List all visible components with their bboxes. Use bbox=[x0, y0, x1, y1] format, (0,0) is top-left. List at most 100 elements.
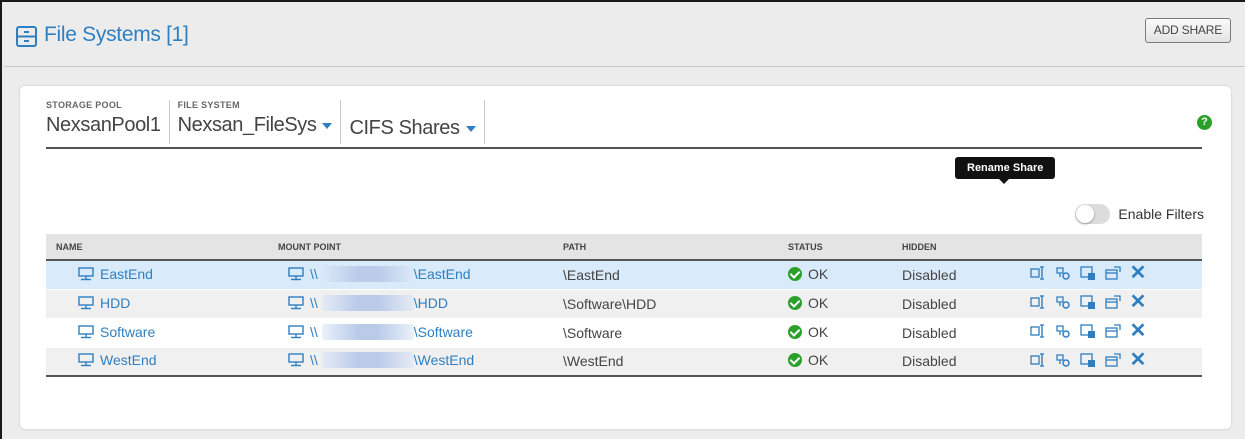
add-share-button[interactable]: ADD SHARE bbox=[1144, 18, 1231, 43]
network-share-icon bbox=[78, 295, 94, 309]
redacted-host bbox=[321, 352, 414, 369]
mount-point-link[interactable]: \\ \Software bbox=[278, 323, 473, 340]
file-system-value: Nexsan_FileSys bbox=[177, 114, 317, 136]
mount-point-prefix: \\ bbox=[310, 323, 318, 340]
status-text: OK bbox=[808, 294, 829, 311]
network-share-icon bbox=[288, 353, 304, 367]
network-share-icon bbox=[78, 267, 94, 280]
edit-share-icon[interactable] bbox=[1105, 265, 1121, 281]
column-header-hidden[interactable]: HIDDEN bbox=[892, 234, 982, 261]
rename-share-icon[interactable] bbox=[1030, 323, 1046, 339]
mount-point-link[interactable]: \\ \WestEnd bbox=[278, 352, 475, 369]
mount-point-link[interactable]: \\ \HDD bbox=[278, 294, 449, 311]
page-title: File Systems [1] bbox=[44, 23, 189, 46]
row-actions: ✕ bbox=[992, 263, 1147, 283]
delete-share-icon[interactable]: ✕ bbox=[1130, 292, 1147, 312]
network-share-icon bbox=[288, 295, 304, 309]
share-name-link[interactable]: WestEnd bbox=[56, 352, 157, 368]
share-settings-icon[interactable] bbox=[1080, 323, 1096, 339]
delete-share-icon[interactable]: ✕ bbox=[1130, 263, 1147, 283]
share-name-link[interactable]: HDD bbox=[56, 295, 130, 311]
share-permissions-icon[interactable] bbox=[1055, 265, 1071, 281]
share-permissions-icon[interactable] bbox=[1055, 323, 1071, 339]
share-settings-icon[interactable] bbox=[1080, 352, 1096, 368]
app-frame: File Systems [1] ADD SHARE STORAGE POOL … bbox=[0, 0, 1245, 439]
table-row[interactable]: WestEnd \\ \WestEnd \WestEnd OK Disabled… bbox=[46, 347, 1202, 377]
network-share-icon bbox=[78, 353, 94, 367]
table-row[interactable]: EastEnd \\ \EastEnd \EastEnd OK Disabled… bbox=[46, 260, 1202, 290]
share-name: WestEnd bbox=[100, 352, 157, 369]
edit-share-icon[interactable] bbox=[1105, 323, 1121, 339]
share-permissions-icon[interactable] bbox=[1055, 352, 1071, 368]
enable-filters-toggle[interactable] bbox=[1075, 204, 1111, 224]
status-text: OK bbox=[808, 265, 829, 282]
mount-point-link[interactable]: \\ \EastEnd bbox=[278, 265, 471, 282]
status-badge: OK bbox=[788, 295, 828, 311]
rename-share-icon[interactable] bbox=[1030, 265, 1046, 281]
share-name-link[interactable]: EastEnd bbox=[56, 266, 153, 282]
network-share-icon bbox=[288, 267, 304, 280]
table-row[interactable]: Software \\ \Software \Software OK Disab… bbox=[46, 318, 1202, 348]
mount-point-prefix: \\ bbox=[310, 352, 318, 369]
file-system-icon bbox=[16, 26, 37, 47]
chevron-down-icon[interactable] bbox=[465, 125, 476, 132]
share-name: HDD bbox=[100, 294, 131, 311]
shares-panel: STORAGE POOL NexsanPool1 FILE SYSTEM Nex… bbox=[20, 86, 1231, 429]
shares-table: NAME MOUNT POINT PATH STATUS HIDDEN East… bbox=[46, 234, 1202, 377]
file-system-label: FILE SYSTEM bbox=[177, 100, 240, 110]
share-settings-icon[interactable] bbox=[1080, 294, 1096, 310]
mount-point-suffix: \WestEnd bbox=[413, 352, 475, 369]
edit-share-icon[interactable] bbox=[1105, 294, 1121, 310]
delete-share-icon[interactable]: ✕ bbox=[1130, 321, 1147, 341]
share-settings-icon[interactable] bbox=[1080, 265, 1096, 281]
check-circle-icon bbox=[788, 266, 802, 281]
breadcrumb-storage-pool: STORAGE POOL NexsanPool1 bbox=[46, 100, 170, 144]
filters-toggle-group: Enable Filters bbox=[1075, 204, 1204, 224]
breadcrumb: STORAGE POOL NexsanPool1 FILE SYSTEM Nex… bbox=[46, 98, 485, 144]
column-header-path[interactable]: PATH bbox=[553, 234, 778, 261]
breadcrumb-file-system[interactable]: FILE SYSTEM Nexsan_FileSys bbox=[170, 100, 342, 144]
storage-pool-label: STORAGE POOL bbox=[46, 100, 122, 110]
column-header-name[interactable]: NAME bbox=[46, 234, 268, 261]
delete-share-icon[interactable]: ✕ bbox=[1130, 350, 1147, 370]
share-path: \Software\HDD bbox=[553, 289, 778, 319]
rename-share-icon[interactable] bbox=[1030, 352, 1046, 368]
share-permissions-icon[interactable] bbox=[1055, 294, 1071, 310]
status-badge: OK bbox=[788, 352, 828, 368]
mount-point-suffix: \HDD bbox=[413, 294, 449, 311]
row-actions: ✕ bbox=[992, 321, 1147, 341]
network-share-icon bbox=[288, 324, 304, 338]
hidden-value: Disabled bbox=[892, 318, 982, 348]
share-path: \EastEnd bbox=[553, 260, 778, 290]
check-circle-icon bbox=[788, 324, 802, 339]
hidden-value: Disabled bbox=[892, 347, 982, 377]
check-circle-icon bbox=[788, 295, 802, 310]
help-icon[interactable]: ? bbox=[1197, 115, 1212, 130]
chevron-down-icon[interactable] bbox=[322, 122, 333, 129]
table-header-row: NAME MOUNT POINT PATH STATUS HIDDEN bbox=[46, 234, 1202, 261]
breadcrumb-divider bbox=[46, 147, 1202, 149]
check-circle-icon bbox=[788, 353, 802, 368]
breadcrumb-share-type[interactable]: CIFS Shares bbox=[341, 100, 485, 144]
column-header-status[interactable]: STATUS bbox=[778, 234, 892, 261]
mount-point-prefix: \\ bbox=[310, 265, 318, 282]
share-type-value: CIFS Shares bbox=[349, 117, 460, 139]
status-badge: OK bbox=[788, 266, 828, 282]
storage-pool-value: NexsanPool1 bbox=[46, 114, 161, 136]
table-row[interactable]: HDD \\ \HDD \Software\HDD OK Disabled ✕ bbox=[46, 289, 1202, 319]
network-share-icon bbox=[78, 324, 94, 338]
status-text: OK bbox=[808, 352, 829, 369]
redacted-host bbox=[321, 265, 414, 282]
row-actions: ✕ bbox=[992, 350, 1147, 370]
row-actions: ✕ bbox=[992, 292, 1147, 312]
mount-point-suffix: \Software bbox=[413, 323, 473, 340]
share-path: \WestEnd bbox=[553, 347, 778, 377]
edit-share-icon[interactable] bbox=[1105, 352, 1121, 368]
rename-share-icon[interactable] bbox=[1030, 294, 1046, 310]
column-header-mount-point[interactable]: MOUNT POINT bbox=[268, 234, 553, 261]
share-name-link[interactable]: Software bbox=[56, 324, 155, 340]
status-badge: OK bbox=[788, 324, 828, 340]
rename-share-tooltip: Rename Share bbox=[955, 157, 1056, 184]
share-name: EastEnd bbox=[100, 265, 153, 282]
redacted-host bbox=[321, 294, 414, 311]
